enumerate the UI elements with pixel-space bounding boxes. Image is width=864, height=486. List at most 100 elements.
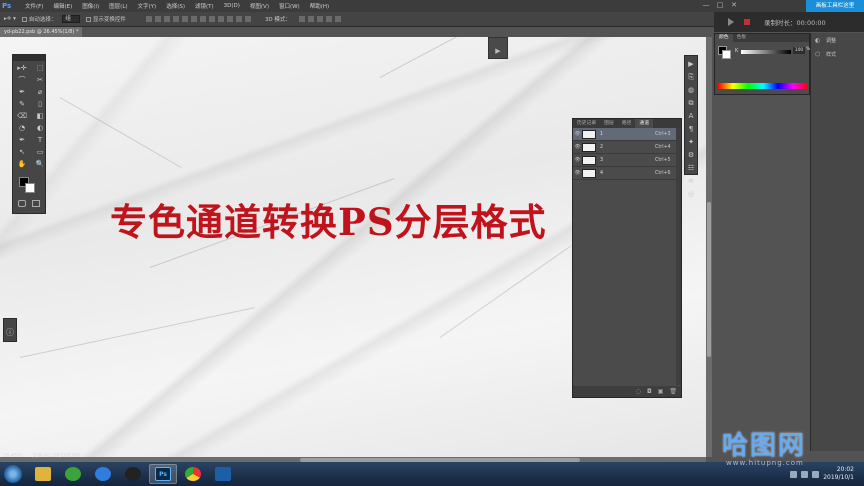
record-play-icon[interactable] [728, 18, 734, 26]
align-right-icon[interactable] [190, 16, 197, 22]
3d-slide-icon[interactable] [325, 16, 332, 22]
hand-tool-icon[interactable]: ✋ [16, 160, 28, 169]
lasso-tool-icon[interactable]: ⌒ [16, 76, 28, 85]
start-button[interactable] [4, 465, 22, 483]
blur-tool-icon[interactable]: ◔ [16, 124, 28, 133]
3d-mode-buttons[interactable] [298, 16, 341, 22]
character-icon[interactable]: A [686, 112, 696, 121]
taskbar-app-recorder[interactable] [209, 464, 237, 484]
close-button[interactable]: ✕ [728, 1, 740, 10]
menu-type[interactable]: 文字(Y) [133, 2, 162, 10]
3d-rotate-icon[interactable] [298, 16, 305, 22]
move-tool-icon[interactable]: ▸✛ [16, 64, 28, 73]
record-stop-icon[interactable] [744, 19, 750, 25]
distribute-icon[interactable] [244, 16, 251, 22]
taskbar-app-chrome[interactable] [179, 464, 207, 484]
visibility-eye-icon[interactable]: 👁 [573, 144, 582, 150]
channel-row[interactable]: 👁 3 Ctrl+5 [573, 154, 681, 167]
actions-play-icon[interactable]: ▶ [686, 60, 696, 69]
align-middle-icon[interactable] [154, 16, 161, 22]
properties-icon[interactable]: ⚙ [686, 151, 696, 160]
minimize-button[interactable]: — [700, 1, 712, 10]
layers-icon[interactable]: ☷ [686, 164, 696, 173]
distribute-icon[interactable] [235, 16, 242, 22]
menu-image[interactable]: 图像(I) [77, 2, 104, 10]
info-icon[interactable]: ⓘ [4, 327, 16, 338]
menu-help[interactable]: 帮助(H) [305, 2, 334, 10]
expand-panel-button[interactable]: ▶ [488, 37, 508, 59]
zoom-tool-icon[interactable]: 🔍 [34, 160, 46, 169]
brush-preset-icon[interactable]: ◍ [686, 86, 696, 95]
align-left-icon[interactable] [172, 16, 179, 22]
menu-file[interactable]: 文件(F) [20, 2, 48, 10]
3d-icon[interactable]: ◎ [686, 190, 696, 199]
tab-history[interactable]: 历史记录 [573, 119, 600, 128]
crop-tool-icon[interactable]: ✂ [34, 76, 46, 85]
brush-tool-icon[interactable]: ✎ [16, 100, 28, 109]
clone-source-icon[interactable]: ⎘ [686, 73, 696, 82]
gradient-tool-icon[interactable]: ◧ [34, 112, 46, 121]
path-select-tool-icon[interactable]: ↖ [16, 148, 28, 157]
healing-tool-icon[interactable]: ⌀ [34, 88, 46, 97]
visibility-eye-icon[interactable]: 👁 [573, 170, 582, 176]
visibility-eye-icon[interactable]: 👁 [573, 157, 582, 163]
glyphs-icon[interactable]: ✦ [686, 138, 696, 147]
tab-paths[interactable]: 路径 [618, 119, 636, 128]
save-selection-icon[interactable]: ◘ [647, 388, 652, 395]
auto-select-checkbox[interactable]: 自动选择： [21, 15, 56, 23]
pen-tool-icon[interactable]: ✒ [16, 136, 28, 145]
screen-mode-icon[interactable] [32, 200, 40, 207]
eyedropper-tool-icon[interactable]: ✒ [16, 88, 28, 97]
new-channel-icon[interactable]: ▣ [658, 388, 664, 395]
load-selection-icon[interactable]: ◌ [636, 388, 641, 395]
show-transform-checkbox[interactable]: 显示变换控件 [85, 15, 126, 23]
taskbar-app-qq[interactable] [119, 464, 147, 484]
maximize-button[interactable]: □ [714, 1, 726, 10]
distribute-icon[interactable] [217, 16, 224, 22]
align-top-icon[interactable] [145, 16, 152, 22]
styles-panel-button[interactable]: ⬡ 样式 [811, 47, 864, 61]
adjustments-panel-button[interactable]: ◐ 调整 [811, 33, 864, 47]
taskbar-app-360[interactable] [59, 464, 87, 484]
3d-scale-icon[interactable] [334, 16, 341, 22]
vertical-scroll-thumb[interactable] [707, 202, 711, 357]
align-buttons[interactable] [145, 16, 251, 22]
tab-layers[interactable]: 图层 [600, 119, 618, 128]
background-color-swatch[interactable] [722, 50, 731, 59]
distribute-icon[interactable] [199, 16, 206, 22]
menu-edit[interactable]: 编辑(E) [48, 2, 77, 10]
taskbar-app-folder[interactable] [29, 464, 57, 484]
channel-row[interactable]: 👁 1 Ctrl+3 [573, 128, 681, 141]
document-tab[interactable]: yd-pb22.psb @ 26.45%(1/8) * × [0, 27, 82, 45]
quick-mask-icon[interactable] [18, 200, 26, 207]
artboard-toolbar-banner[interactable]: 画板工具栏这里 [806, 0, 864, 12]
channels-scrollbar[interactable] [676, 128, 681, 385]
3d-pan-icon[interactable] [316, 16, 323, 22]
menu-filter[interactable]: 滤镜(T) [190, 2, 219, 10]
paragraph-icon[interactable]: ¶ [686, 125, 696, 134]
menu-select[interactable]: 选择(S) [161, 2, 190, 10]
taskbar-app-photoshop[interactable]: Ps [149, 464, 177, 484]
k-slider[interactable] [741, 50, 791, 54]
move-tool-icon[interactable]: ▸✛ ▾ [4, 16, 16, 22]
background-color-swatch[interactable] [25, 183, 35, 193]
distribute-icon[interactable] [208, 16, 215, 22]
menu-layer[interactable]: 图层(L) [104, 2, 132, 10]
k-value-input[interactable]: 100 [793, 47, 805, 54]
delete-channel-icon[interactable]: 🗑 [669, 388, 677, 395]
vertical-scrollbar[interactable] [706, 37, 712, 457]
type-tool-icon[interactable]: T [34, 136, 46, 145]
channel-row[interactable]: 👁 2 Ctrl+4 [573, 141, 681, 154]
zoom-level[interactable]: 26.45% [3, 451, 22, 461]
align-center-icon[interactable] [181, 16, 188, 22]
eraser-tool-icon[interactable]: ⌫ [16, 112, 28, 121]
align-bottom-icon[interactable] [163, 16, 170, 22]
menu-view[interactable]: 视图(V) [245, 2, 274, 10]
taskbar-app-weiyun[interactable] [89, 464, 117, 484]
3d-roll-icon[interactable] [307, 16, 314, 22]
dodge-tool-icon[interactable]: ◐ [34, 124, 46, 133]
auto-select-dropdown[interactable]: 组 [62, 15, 80, 23]
visibility-eye-icon[interactable]: 👁 [573, 131, 582, 137]
layer-comps-icon[interactable]: ⧉ [686, 99, 696, 108]
marquee-tool-icon[interactable]: ⬚ [34, 64, 46, 73]
